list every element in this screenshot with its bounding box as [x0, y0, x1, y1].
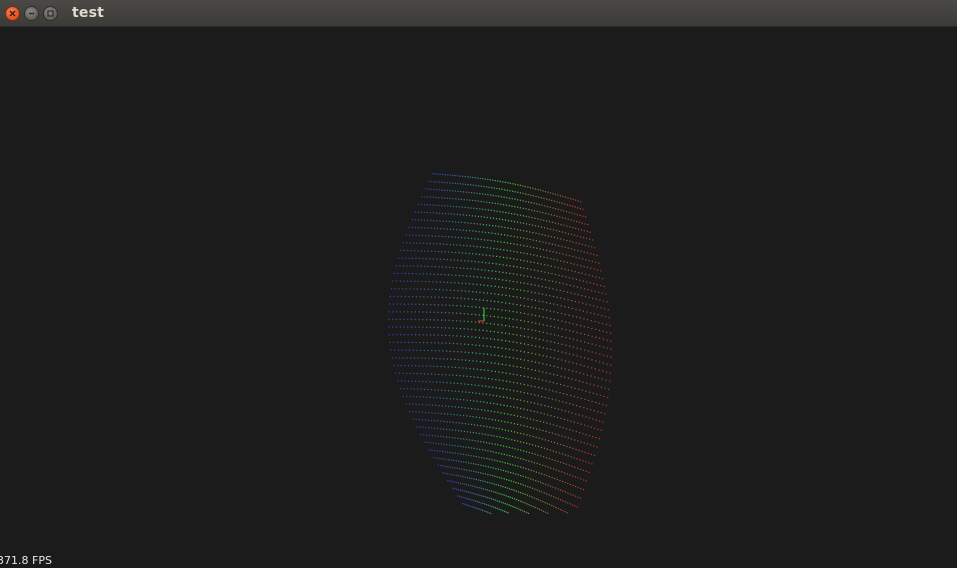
maximize-icon[interactable] — [43, 6, 58, 21]
point-cloud — [388, 173, 612, 515]
window-title: test — [72, 5, 105, 21]
minimize-icon[interactable] — [24, 6, 39, 21]
window-titlebar[interactable]: test — [0, 0, 957, 27]
render-viewport[interactable]: 371.8 FPS — [0, 27, 957, 568]
point-cloud-points — [388, 173, 612, 515]
fps-counter: 371.8 FPS — [0, 554, 52, 567]
app-window: test 371.8 FPS — [0, 0, 957, 568]
close-icon[interactable] — [5, 6, 20, 21]
